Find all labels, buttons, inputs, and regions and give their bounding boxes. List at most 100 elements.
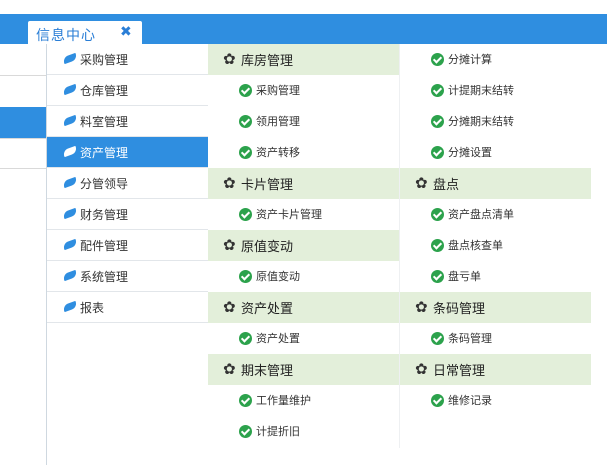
check-circle-icon [431,394,444,407]
submenu-item[interactable]: 资产处置 [208,323,399,354]
submenu-panel: ✿ 库房管理 采购管理 领用管理 资产转移 ✿ 卡片管理 资产卡片管理 ✿ 原值变动 原值变动 ✿ 资产… [208,44,599,465]
check-circle-icon [431,239,444,252]
submenu-item[interactable]: 资产盘点清单 [400,199,591,230]
close-icon[interactable]: ✖ [120,24,132,40]
group-label: 日常管理 [433,364,486,379]
submenu-item[interactable]: 原值变动 [208,261,399,292]
menu-item-label: 仓库管理 [80,84,129,98]
check-circle-icon [239,146,252,159]
menu-item[interactable]: 资产管理 [47,137,209,168]
group-label: 库房管理 [241,54,294,69]
gear-icon: ✿ [223,360,236,378]
gear-icon: ✿ [223,236,236,254]
leaf-icon [62,207,78,220]
submenu-group-header: ✿ 条码管理 [400,292,591,323]
menu-item[interactable]: 财务管理 [47,199,209,230]
check-circle-icon [239,84,252,97]
leaf-icon [62,52,78,65]
item-label: 维修记录 [448,394,492,407]
check-circle-icon [239,425,252,438]
submenu-item[interactable]: 工作量维护 [208,385,399,416]
menu-item[interactable]: 分管领导 [47,168,209,199]
item-label: 分摊期末结转 [448,115,514,128]
item-label: 盘点核查单 [448,239,503,252]
menu-item[interactable]: 仓库管理 [47,75,209,106]
item-label: 资产处置 [256,332,300,345]
item-label: 资产转移 [256,146,300,159]
leaf-icon [62,145,78,158]
item-label: 计提期末结转 [448,84,514,97]
item-label: 采购管理 [256,84,300,97]
check-circle-icon [431,53,444,66]
gear-icon: ✿ [223,298,236,316]
leaf-icon [62,83,78,96]
item-label: 条码管理 [448,332,492,345]
check-circle-icon [239,394,252,407]
menu-item-label: 财务管理 [80,208,129,222]
gear-icon: ✿ [223,50,236,68]
group-label: 期末管理 [241,364,294,379]
menu-item-label: 配件管理 [80,239,129,253]
check-circle-icon [431,115,444,128]
submenu-item[interactable]: 分摊设置 [400,137,591,168]
check-circle-icon [431,270,444,283]
menu-item-label: 系统管理 [80,270,129,284]
menu-item[interactable]: 料室管理 [47,106,209,137]
group-label: 资产处置 [241,302,294,317]
leaf-icon [62,176,78,189]
submenu-group-header: ✿ 原值变动 [208,230,399,261]
menu-item-label: 资产管理 [80,146,129,160]
submenu-item[interactable]: 条码管理 [400,323,591,354]
group-label: 盘点 [433,178,460,193]
item-label: 工作量维护 [256,394,311,407]
leaf-icon [62,114,78,127]
menu-item[interactable]: 报表 [47,292,209,323]
submenu-item[interactable]: 领用管理 [208,106,399,137]
leaf-icon [62,269,78,282]
item-label: 原值变动 [256,270,300,283]
submenu-item[interactable]: 分摊计算 [400,44,591,75]
check-circle-icon [239,115,252,128]
group-label: 原值变动 [241,240,294,255]
submenu-item[interactable]: 计提期末结转 [400,75,591,106]
tab-info-center[interactable]: 信息中心 ✖ [28,21,142,44]
submenu-item[interactable]: 分摊期末结转 [400,106,591,137]
group-label: 卡片管理 [241,178,294,193]
check-circle-icon [239,332,252,345]
submenu-item[interactable]: 盘亏单 [400,261,591,292]
gear-icon: ✿ [415,174,428,192]
submenu-group-header: ✿ 库房管理 [208,44,399,75]
gear-icon: ✿ [223,174,236,192]
item-label: 领用管理 [256,115,300,128]
submenu-item[interactable]: 资产转移 [208,137,399,168]
check-circle-icon [239,270,252,283]
item-label: 分摊设置 [448,146,492,159]
background-selected-row [0,107,46,138]
submenu-item[interactable]: 盘点核查单 [400,230,591,261]
item-label: 资产盘点清单 [448,208,514,221]
submenu-item[interactable]: 采购管理 [208,75,399,106]
column-divider [399,44,400,448]
check-circle-icon [431,146,444,159]
submenu-group-header: ✿ 日常管理 [400,354,591,385]
submenu-item[interactable]: 维修记录 [400,385,591,416]
menu-item-label: 分管领导 [80,177,129,191]
menu-item[interactable]: 配件管理 [47,230,209,261]
submenu-item[interactable]: 计提折旧 [208,416,399,447]
gear-icon: ✿ [415,298,428,316]
check-circle-icon [431,332,444,345]
menu-item-label: 报表 [80,301,105,315]
item-label: 资产卡片管理 [256,208,322,221]
item-label: 计提折旧 [256,425,300,438]
submenu-group-header: ✿ 盘点 [400,168,591,199]
menu-item-label: 料室管理 [80,115,129,129]
leaf-icon [62,300,78,313]
tab-title: 信息中心 [36,28,96,44]
item-label: 盘亏单 [448,270,481,283]
item-label: 分摊计算 [448,53,492,66]
submenu-item[interactable]: 资产卡片管理 [208,199,399,230]
check-circle-icon [239,208,252,221]
gear-icon: ✿ [415,360,428,378]
menu-item[interactable]: 系统管理 [47,261,209,292]
menu-item[interactable]: 采购管理 [47,44,209,75]
